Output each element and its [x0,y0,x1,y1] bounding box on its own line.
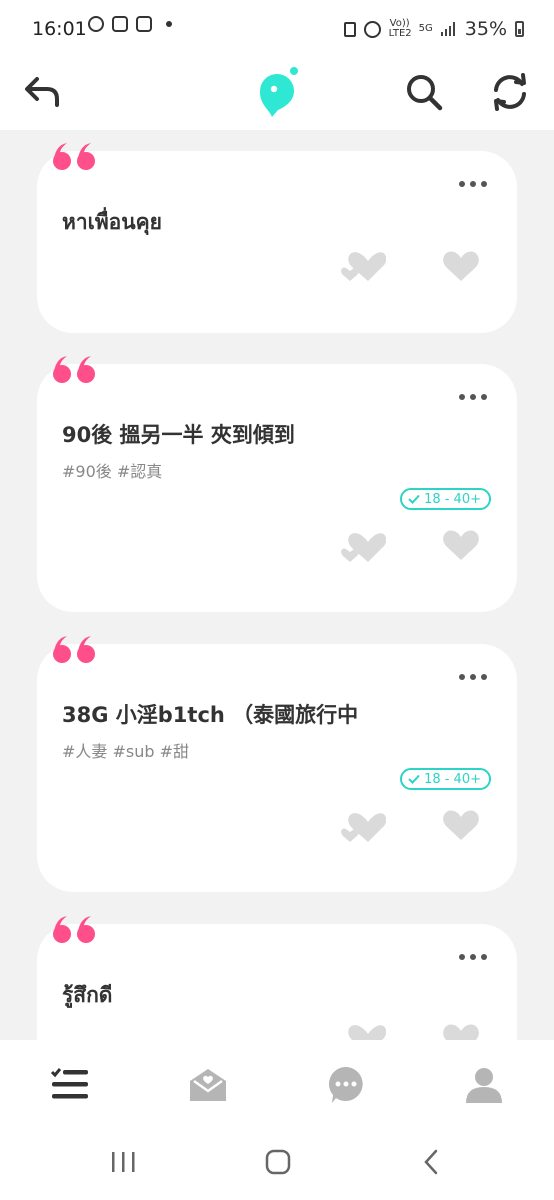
system-back-button[interactable] [422,1148,442,1176]
post-card[interactable]: 90後 搵另一半 夾到傾到 #90後 #認真 18 - 40+ [37,356,517,612]
status-time: 16:01 [32,18,87,40]
multi-like-button[interactable] [340,528,386,564]
search-button[interactable] [398,66,450,118]
battery-icon [515,21,524,37]
battery-saver-icon [343,21,356,37]
search-icon [407,75,443,111]
bottom-navigation [0,1040,554,1128]
gallery-icon [136,16,152,32]
system-status: Vo)) LTE2 5G 35% [343,18,524,40]
more-dot [470,181,476,187]
like-button[interactable] [442,1022,480,1040]
like-button[interactable] [442,808,480,842]
home-button[interactable] [264,1148,292,1176]
post-tags: #90後 #認真 [62,462,163,481]
post-title: รู้สึกดี [62,983,113,1007]
more-dot [459,181,465,187]
more-dot [470,394,476,400]
age-range-badge: 18 - 40+ [400,768,491,790]
more-dot [481,954,487,960]
nav-profile-tab[interactable] [454,1060,514,1110]
network-label: 5G [418,23,433,34]
nav-feed-tab[interactable] [40,1060,100,1110]
system-navigation-bar [0,1128,554,1200]
post-card[interactable]: หาเพื่อนคุย [37,143,517,333]
more-options-button[interactable] [459,394,487,400]
quote-icon [53,916,95,943]
post-feed[interactable]: หาเพื่อนคุย 90後 搵另一半 夾到傾到 #90後 #認真 18 - … [0,130,554,1040]
volte-label: Vo)) LTE2 [388,18,412,39]
check-icon [408,494,420,504]
more-dot [459,674,465,680]
more-dot [481,394,487,400]
battery-percent: 35% [464,18,507,40]
more-options-button[interactable] [459,181,487,187]
list-icon [50,1068,88,1099]
recent-apps-button[interactable] [110,1148,136,1176]
multi-like-button[interactable] [340,808,386,844]
app-logo [251,66,303,118]
post-card[interactable]: รู้สึกดี [37,916,517,1040]
check-icon [408,774,420,784]
back-arrow-icon [25,77,59,107]
signal-icon [440,22,455,36]
chat-icon [328,1067,363,1103]
more-options-button[interactable] [459,674,487,680]
app-header [0,58,554,130]
post-title: หาเพื่อนคุย [62,210,162,234]
g-notification-icon [88,16,104,32]
more-options-button[interactable] [459,954,487,960]
post-title: 90後 搵另一半 夾到傾到 [62,423,295,447]
multi-like-button[interactable] [340,1020,386,1040]
nav-chat-tab[interactable] [316,1060,376,1110]
like-button[interactable] [442,249,480,283]
age-range-badge: 18 - 40+ [400,488,491,510]
post-title: 38G 小淫b1tch （泰國旅行中 [62,703,359,727]
post-card[interactable]: 38G 小淫b1tch （泰國旅行中 #人妻 #sub #甜 18 - 40+ [37,636,517,892]
like-button[interactable] [442,528,480,562]
back-button[interactable] [17,66,69,118]
age-range-text: 18 - 40+ [424,771,481,787]
more-dot [481,181,487,187]
refresh-button[interactable] [484,66,536,118]
age-range-text: 18 - 40+ [424,491,481,507]
instagram-icon [112,16,128,32]
mail-icon [190,1069,226,1101]
more-dot [481,674,487,680]
app-logo-icon [260,67,298,117]
profile-icon [466,1068,502,1103]
more-dot [470,674,476,680]
multi-like-button[interactable] [340,247,386,283]
nav-mail-tab[interactable] [178,1060,238,1110]
quote-icon [53,636,95,663]
more-dot [459,954,465,960]
more-dot [459,394,465,400]
more-notifications-icon [166,21,172,27]
post-tags: #人妻 #sub #甜 [62,742,190,761]
more-dot [470,954,476,960]
quote-icon [53,143,95,170]
refresh-icon [494,73,526,111]
status-bar: 16:01 Vo)) LTE2 5G 35% [0,0,554,58]
notification-icons [88,16,172,32]
do-not-disturb-icon [363,20,381,38]
quote-icon [53,356,95,383]
